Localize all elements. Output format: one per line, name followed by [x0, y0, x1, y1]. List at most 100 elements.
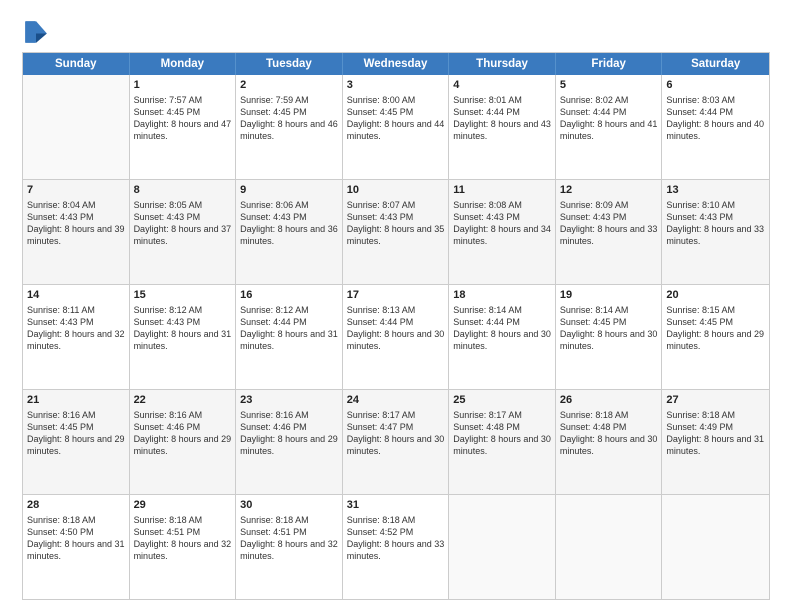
header-day-friday: Friday [556, 53, 663, 75]
sunrise-text: Sunrise: 8:17 AM [453, 410, 522, 420]
sunset-text: Sunset: 4:44 PM [240, 317, 307, 327]
day-number: 6 [666, 78, 765, 93]
calendar-header: SundayMondayTuesdayWednesdayThursdayFrid… [23, 53, 769, 75]
sunrise-text: Sunrise: 8:08 AM [453, 200, 522, 210]
sunset-text: Sunset: 4:43 PM [453, 212, 520, 222]
sunrise-text: Sunrise: 8:07 AM [347, 200, 416, 210]
calendar-body: 1Sunrise: 7:57 AMSunset: 4:45 PMDaylight… [23, 75, 769, 599]
sunset-text: Sunset: 4:45 PM [27, 422, 94, 432]
page: SundayMondayTuesdayWednesdayThursdayFrid… [0, 0, 792, 612]
day-number: 12 [560, 183, 658, 198]
daylight-text: Daylight: 8 hours and 29 minutes. [27, 434, 125, 456]
sunset-text: Sunset: 4:43 PM [134, 317, 201, 327]
sunset-text: Sunset: 4:44 PM [666, 107, 733, 117]
day-number: 13 [666, 183, 765, 198]
cal-cell [23, 75, 130, 179]
cal-cell [449, 495, 556, 599]
daylight-text: Daylight: 8 hours and 37 minutes. [134, 224, 232, 246]
sunset-text: Sunset: 4:45 PM [134, 107, 201, 117]
cal-cell: 21Sunrise: 8:16 AMSunset: 4:45 PMDayligh… [23, 390, 130, 494]
cal-cell: 25Sunrise: 8:17 AMSunset: 4:48 PMDayligh… [449, 390, 556, 494]
sunrise-text: Sunrise: 8:09 AM [560, 200, 629, 210]
header-day-saturday: Saturday [662, 53, 769, 75]
sunrise-text: Sunrise: 8:18 AM [27, 515, 96, 525]
day-number: 20 [666, 288, 765, 303]
daylight-text: Daylight: 8 hours and 40 minutes. [666, 119, 764, 141]
day-number: 14 [27, 288, 125, 303]
cal-cell: 28Sunrise: 8:18 AMSunset: 4:50 PMDayligh… [23, 495, 130, 599]
sunset-text: Sunset: 4:43 PM [134, 212, 201, 222]
daylight-text: Daylight: 8 hours and 35 minutes. [347, 224, 445, 246]
cal-cell: 8Sunrise: 8:05 AMSunset: 4:43 PMDaylight… [130, 180, 237, 284]
day-number: 10 [347, 183, 445, 198]
sunrise-text: Sunrise: 8:04 AM [27, 200, 96, 210]
sunrise-text: Sunrise: 8:14 AM [453, 305, 522, 315]
daylight-text: Daylight: 8 hours and 43 minutes. [453, 119, 551, 141]
sunrise-text: Sunrise: 8:01 AM [453, 95, 522, 105]
sunset-text: Sunset: 4:44 PM [347, 317, 414, 327]
daylight-text: Daylight: 8 hours and 31 minutes. [27, 539, 125, 561]
week-row-2: 7 Sunrise: 8:04 AM Sunset: 4:43 PM Daylight… [23, 180, 769, 285]
sunset-text: Sunset: 4:43 PM [560, 212, 627, 222]
daylight-text: Daylight: 8 hours and 44 minutes. [347, 119, 445, 141]
sunrise-text: Sunrise: 8:06 AM [240, 200, 309, 210]
day-number: 17 [347, 288, 445, 303]
daylight-text: Daylight: 8 hours and 47 minutes. [134, 119, 232, 141]
cal-cell [662, 495, 769, 599]
sunrise-text: Sunrise: 8:17 AM [347, 410, 416, 420]
cal-cell: 11Sunrise: 8:08 AMSunset: 4:43 PMDayligh… [449, 180, 556, 284]
sunset-text: Sunset: 4:43 PM [27, 317, 94, 327]
sunrise-text: Sunrise: 8:18 AM [134, 515, 203, 525]
sunset-text: Sunset: 4:44 PM [560, 107, 627, 117]
header-day-tuesday: Tuesday [236, 53, 343, 75]
daylight-text: Daylight: 8 hours and 33 minutes. [560, 224, 658, 246]
daylight-text: Daylight: 8 hours and 39 minutes. [27, 224, 125, 246]
sunrise-text: Sunrise: 8:05 AM [134, 200, 203, 210]
cal-cell: 9Sunrise: 8:06 AMSunset: 4:43 PMDaylight… [236, 180, 343, 284]
sunset-text: Sunset: 4:45 PM [560, 317, 627, 327]
sunrise-text: Sunrise: 8:00 AM [347, 95, 416, 105]
daylight-text: Daylight: 8 hours and 30 minutes. [560, 434, 658, 456]
day-number: 28 [27, 498, 125, 513]
sunset-text: Sunset: 4:45 PM [666, 317, 733, 327]
cal-cell: 3Sunrise: 8:00 AMSunset: 4:45 PMDaylight… [343, 75, 450, 179]
cal-cell: 1Sunrise: 7:57 AMSunset: 4:45 PMDaylight… [130, 75, 237, 179]
cal-cell: 27Sunrise: 8:18 AMSunset: 4:49 PMDayligh… [662, 390, 769, 494]
sunset-text: Sunset: 4:52 PM [347, 527, 414, 537]
sunrise-text: Sunrise: 8:14 AM [560, 305, 629, 315]
week-row-3: 14Sunrise: 8:11 AMSunset: 4:43 PMDayligh… [23, 285, 769, 390]
header-day-thursday: Thursday [449, 53, 556, 75]
header-day-wednesday: Wednesday [343, 53, 450, 75]
sunrise-text: Sunrise: 8:16 AM [240, 410, 309, 420]
day-number: 23 [240, 393, 338, 408]
sunrise-text: Sunrise: 8:18 AM [240, 515, 309, 525]
sunrise-text: Sunrise: 8:18 AM [347, 515, 416, 525]
sunset-text: Sunset: 4:43 PM [666, 212, 733, 222]
daylight-text: Daylight: 8 hours and 34 minutes. [453, 224, 551, 246]
day-number: 9 [240, 183, 338, 198]
daylight-text: Daylight: 8 hours and 30 minutes. [347, 434, 445, 456]
day-number: 7 [27, 183, 125, 198]
day-number: 15 [134, 288, 232, 303]
cal-cell: 29Sunrise: 8:18 AMSunset: 4:51 PMDayligh… [130, 495, 237, 599]
cal-cell: 13Sunrise: 8:10 AMSunset: 4:43 PMDayligh… [662, 180, 769, 284]
cal-cell: 6 Sunrise: 8:03 AM Sunset: 4:44 PM Daylight… [662, 75, 769, 179]
sunrise-text: Sunrise: 8:18 AM [560, 410, 629, 420]
sunrise-text: Sunrise: 8:03 AM [666, 95, 735, 105]
header [22, 18, 770, 46]
daylight-text: Daylight: 8 hours and 46 minutes. [240, 119, 338, 141]
day-number: 22 [134, 393, 232, 408]
sunset-text: Sunset: 4:45 PM [240, 107, 307, 117]
sunrise-text: Sunrise: 8:16 AM [134, 410, 203, 420]
calendar: SundayMondayTuesdayWednesdayThursdayFrid… [22, 52, 770, 600]
cal-cell: 20Sunrise: 8:15 AMSunset: 4:45 PMDayligh… [662, 285, 769, 389]
sunset-text: Sunset: 4:43 PM [240, 212, 307, 222]
logo [22, 18, 54, 46]
cal-cell: 7Sunrise: 8:04 AMSunset: 4:43 PMDaylight… [23, 180, 130, 284]
daylight-text: Daylight: 8 hours and 30 minutes. [453, 434, 551, 456]
cal-cell: 4Sunrise: 8:01 AMSunset: 4:44 PMDaylight… [449, 75, 556, 179]
sunset-text: Sunset: 4:49 PM [666, 422, 733, 432]
sunrise-text: Sunrise: 8:11 AM [27, 305, 95, 315]
cal-cell: 2Sunrise: 7:59 AMSunset: 4:45 PMDaylight… [236, 75, 343, 179]
cal-cell: 22Sunrise: 8:16 AMSunset: 4:46 PMDayligh… [130, 390, 237, 494]
